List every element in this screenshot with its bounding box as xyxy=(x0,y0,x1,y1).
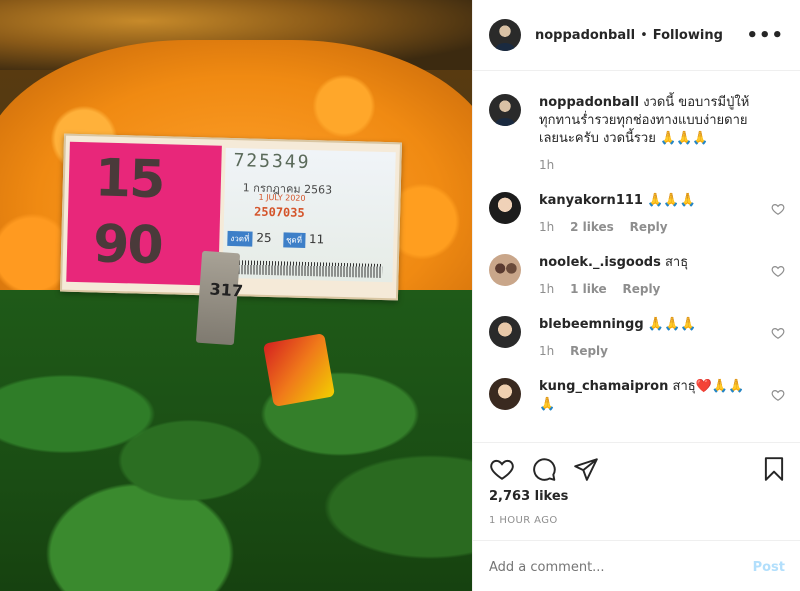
reply-button[interactable]: Reply xyxy=(570,344,608,358)
ticket-prize-panel: 15 90 xyxy=(66,141,222,286)
comment-icon[interactable] xyxy=(531,456,557,482)
follow-button[interactable]: Following xyxy=(653,28,723,43)
caption-username[interactable]: noppadonball xyxy=(539,95,639,110)
comment-like-icon[interactable] xyxy=(771,388,785,402)
comment-time: 1h xyxy=(539,220,555,234)
comment-text-block: kanyakorn111 🙏🙏🙏 xyxy=(539,192,755,210)
comment-body: kung_chamaipron สาธุ❤️🙏🙏🙏 xyxy=(539,378,785,414)
comment-input[interactable] xyxy=(489,559,753,575)
comment-item: kung_chamaipron สาธุ❤️🙏🙏🙏 xyxy=(489,378,785,414)
ticket-barcode xyxy=(232,260,383,278)
ticket-info-panel: 725349 1 กรกฎาคม 2563 1 JULY 2020 250703… xyxy=(222,147,396,283)
commenter-username[interactable]: kanyakorn111 xyxy=(539,193,643,208)
ticket-group-label: ชุดที่ xyxy=(282,232,306,248)
ticket-serial: 2507035 xyxy=(253,204,305,220)
commenter-username[interactable]: kung_chamaipron xyxy=(539,379,668,394)
comment-like-icon[interactable] xyxy=(771,326,785,340)
comment-time: 1h xyxy=(539,282,555,296)
caption-avatar[interactable] xyxy=(489,94,521,126)
colored-cloth xyxy=(262,333,336,407)
post-header: noppadonball • Following ••• xyxy=(473,0,800,71)
author-avatar[interactable] xyxy=(489,19,521,51)
stake-number: 317 xyxy=(208,279,244,301)
comment-item: kanyakorn111 🙏🙏🙏 1h 2 likes Reply xyxy=(489,192,785,234)
commenter-avatar[interactable] xyxy=(489,192,521,224)
comment-text: 🙏🙏🙏 xyxy=(647,317,697,332)
commenter-username[interactable]: noolek._.isgoods xyxy=(539,255,661,270)
header-separator: • xyxy=(640,27,648,43)
comment-text-block: kung_chamaipron สาธุ❤️🙏🙏🙏 xyxy=(539,378,755,414)
likes-count[interactable]: 2,763 likes xyxy=(489,489,568,504)
ticket-set-value: 25 xyxy=(256,230,272,246)
commenter-avatar[interactable] xyxy=(489,254,521,286)
comment-body: kanyakorn111 🙏🙏🙏 1h 2 likes Reply xyxy=(539,192,785,234)
action-icons-row xyxy=(489,456,787,482)
banana-leaves xyxy=(0,290,472,591)
comment-like-icon[interactable] xyxy=(771,264,785,278)
commenter-avatar[interactable] xyxy=(489,378,521,410)
comment-item: noolek._.isgoods สาธุ 1h 1 like Reply xyxy=(489,254,785,296)
bookmark-icon[interactable] xyxy=(761,456,787,482)
share-icon[interactable] xyxy=(573,456,599,482)
author-username[interactable]: noppadonball xyxy=(535,28,635,43)
post-photo[interactable]: 15 90 725349 1 กรกฎาคม 2563 1 JULY 2020 … xyxy=(0,0,472,591)
comment-likes[interactable]: 1 like xyxy=(570,282,607,296)
caption-meta: 1h xyxy=(539,158,755,172)
comment-text-block: noolek._.isgoods สาธุ xyxy=(539,254,755,272)
post-comment-button[interactable]: Post xyxy=(753,560,785,575)
comments-list[interactable]: noppadonball งวดนี้ ขอบารมีปู่ให้ ทุกทาน… xyxy=(473,72,800,442)
heart-icon[interactable] xyxy=(489,456,515,482)
comment-like-icon[interactable] xyxy=(771,202,785,216)
add-comment-bar: Post xyxy=(473,540,800,591)
comment-likes[interactable]: 2 likes xyxy=(570,220,614,234)
comment-text: สาธุ xyxy=(664,255,689,270)
caption-text-block: noppadonball งวดนี้ ขอบารมีปู่ให้ ทุกทาน… xyxy=(539,94,755,148)
caption-item: noppadonball งวดนี้ ขอบารมีปู่ให้ ทุกทาน… xyxy=(489,94,785,172)
caption-body: noppadonball งวดนี้ ขอบารมีปู่ให้ ทุกทาน… xyxy=(539,94,785,172)
ticket-number: 725349 xyxy=(233,150,311,174)
comment-item: blebeemningg 🙏🙏🙏 1h Reply xyxy=(489,316,785,358)
number-stake: 317 xyxy=(195,250,244,346)
caption-time: 1h xyxy=(539,158,555,172)
comment-meta: 1h Reply xyxy=(539,344,755,358)
reply-button[interactable]: Reply xyxy=(622,282,660,296)
ticket-prize-top: 15 xyxy=(94,148,165,211)
reply-button[interactable]: Reply xyxy=(630,220,668,234)
comment-time: 1h xyxy=(539,344,555,358)
comment-body: noolek._.isgoods สาธุ 1h 1 like Reply xyxy=(539,254,785,296)
ticket-set-label: งวดที่ xyxy=(227,230,253,247)
commenter-username[interactable]: blebeemningg xyxy=(539,317,644,332)
comment-text: 🙏🙏🙏 xyxy=(647,193,696,208)
ticket-group-value: 11 xyxy=(308,232,325,247)
post-sidebar: noppadonball • Following ••• noppadonbal… xyxy=(472,0,800,591)
post-actions: 2,763 likes 1 HOUR AGO Post xyxy=(473,442,800,591)
comment-meta: 1h 1 like Reply xyxy=(539,282,755,296)
comment-text-block: blebeemningg 🙏🙏🙏 xyxy=(539,316,755,334)
more-options-icon[interactable]: ••• xyxy=(746,25,784,46)
comment-meta: 1h 2 likes Reply xyxy=(539,220,755,234)
ticket-date-english: 1 JULY 2020 xyxy=(258,192,306,203)
post-timestamp[interactable]: 1 HOUR AGO xyxy=(489,515,558,526)
ticket-prize-bottom: 90 xyxy=(92,214,163,277)
instagram-post-view: 15 90 725349 1 กรกฎาคม 2563 1 JULY 2020 … xyxy=(0,0,800,591)
comment-body: blebeemningg 🙏🙏🙏 1h Reply xyxy=(539,316,785,358)
commenter-avatar[interactable] xyxy=(489,316,521,348)
ticket-set-row: งวดที่ 25 ชุดที่ 11 xyxy=(227,230,324,249)
